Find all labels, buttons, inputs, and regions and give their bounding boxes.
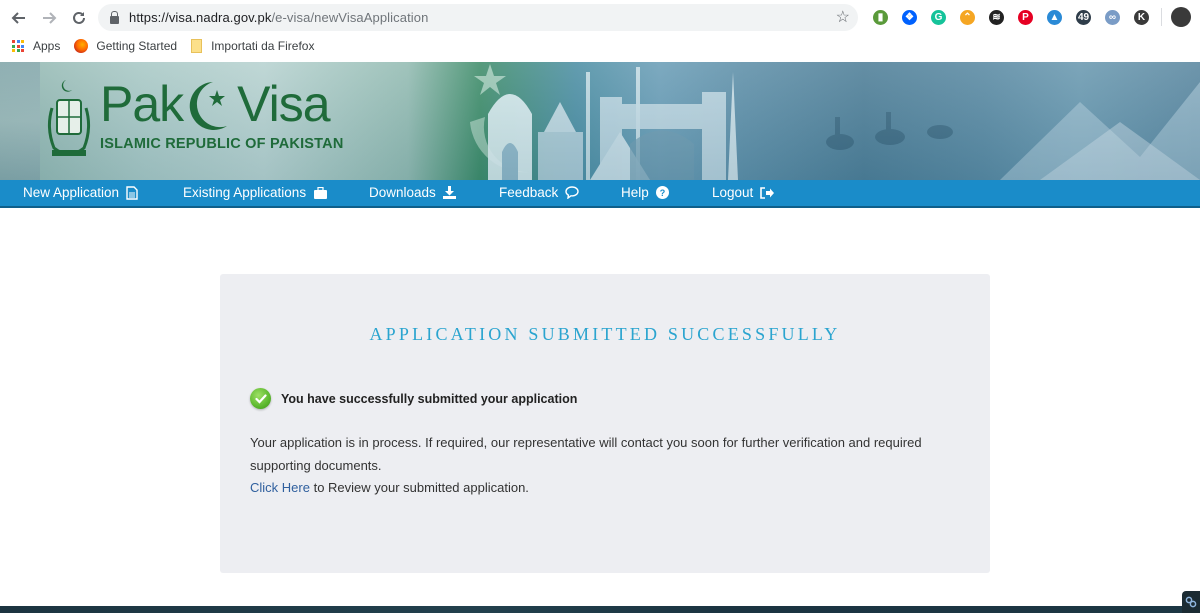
sail-icon[interactable]: ▲: [1040, 6, 1069, 28]
success-message: You have successfully submitted your app…: [281, 391, 578, 406]
confirmation-panel: APPLICATION SUBMITTED SUCCESSFULLY You h…: [220, 274, 990, 573]
dropbox-glyph: ❖: [902, 9, 917, 25]
grammarly-glyph: G: [931, 9, 946, 25]
svg-text:?: ?: [660, 188, 666, 198]
profile-avatar[interactable]: [1171, 7, 1191, 27]
bookmark-getting-started[interactable]: Getting Started: [74, 39, 177, 53]
review-link[interactable]: Click Here: [250, 480, 310, 495]
dropbox-icon[interactable]: ❖: [895, 6, 924, 28]
link-icon[interactable]: ∞: [1098, 6, 1127, 28]
buffer-icon[interactable]: ≋: [982, 6, 1011, 28]
nav-help[interactable]: Help ?: [621, 185, 669, 200]
evernote-glyph: ▮: [873, 9, 888, 25]
arc-glyph: ⌃: [960, 9, 975, 25]
bookmark-star-icon[interactable]: ☆: [836, 7, 850, 27]
k-icon[interactable]: K: [1127, 6, 1156, 28]
check-circle-icon: [250, 388, 271, 409]
review-suffix: to Review your submitted application.: [309, 480, 529, 495]
sail-glyph: ▲: [1047, 9, 1062, 25]
forward-button[interactable]: [38, 7, 60, 29]
url-path: /e-visa/newVisaApplication: [271, 10, 429, 25]
site-banner: Pak Visa ISLAMIC REPUBLIC OF PAKISTAN: [0, 62, 1200, 180]
logo-subtitle: ISLAMIC REPUBLIC OF PAKISTAN: [100, 136, 344, 152]
nav-logout[interactable]: Logout: [712, 185, 775, 200]
nav-downloads[interactable]: Downloads: [369, 185, 456, 200]
address-bar[interactable]: https://visa.nadra.gov.pk/e-visa/newVisa…: [98, 4, 858, 31]
success-message-row: You have successfully submitted your app…: [250, 388, 577, 409]
apps-grid-icon: [12, 40, 24, 52]
document-icon: [126, 185, 138, 200]
counter-glyph: 49: [1076, 9, 1091, 25]
page-footer: [0, 606, 1200, 613]
arrow-right-icon: [43, 11, 57, 24]
reload-icon: [73, 11, 85, 24]
extensions-bar: ▮ ❖ G ⌃ ≋ P ▲ 49 ∞ K: [866, 6, 1191, 28]
buffer-glyph: ≋: [989, 9, 1004, 25]
status-paragraph: Your application is in process. If requi…: [250, 435, 922, 473]
bookmark-apps[interactable]: Apps: [12, 39, 60, 53]
nav-label: Logout: [712, 185, 754, 200]
link-glyph: ∞: [1105, 9, 1120, 25]
nav-label: Existing Applications: [183, 185, 307, 200]
nav-label: New Application: [23, 185, 120, 200]
k-glyph: K: [1134, 9, 1149, 25]
lock-icon: [110, 10, 119, 24]
crescent-star-icon: [189, 82, 228, 130]
bookmark-folder-firefox[interactable]: Importati da Firefox: [191, 39, 314, 53]
nav-new-application[interactable]: New Application: [23, 185, 138, 200]
pakvisa-logo: Pak Visa ISLAMIC REPUBLIC OF PAKISTAN: [100, 74, 344, 152]
grammarly-icon[interactable]: G: [924, 6, 953, 28]
folder-icon: [191, 39, 203, 53]
nav-feedback[interactable]: Feedback: [499, 185, 579, 200]
page-title: APPLICATION SUBMITTED SUCCESSFULLY: [369, 324, 841, 344]
download-icon: [442, 186, 456, 199]
evernote-icon[interactable]: ▮: [866, 6, 895, 28]
main-nav: New Application Existing Applications Do…: [0, 180, 1200, 208]
arc-icon[interactable]: ⌃: [953, 6, 982, 28]
back-button[interactable]: [8, 7, 30, 29]
bookmark-label: Importati da Firefox: [211, 39, 315, 53]
logo-text-visa: Visa: [237, 76, 330, 132]
briefcase-icon: [314, 186, 328, 199]
toolbar-divider: [1161, 8, 1162, 26]
firefox-icon: [74, 39, 89, 53]
url-host: https://visa.nadra.gov.pk: [129, 10, 272, 25]
review-line: Click Here to Review your submitted appl…: [250, 480, 529, 495]
nav-label: Downloads: [369, 185, 436, 200]
nav-label: Help: [621, 185, 649, 200]
bookmark-label: Getting Started: [96, 39, 178, 53]
nav-existing-applications[interactable]: Existing Applications: [183, 185, 328, 200]
reload-button[interactable]: [68, 7, 90, 29]
nav-label: Feedback: [499, 185, 559, 200]
logo-text-pak: Pak: [100, 76, 184, 132]
pinterest-glyph: P: [1018, 9, 1033, 25]
arrow-left-icon: [11, 11, 25, 24]
url-text[interactable]: https://visa.nadra.gov.pk/e-visa/newVisa…: [129, 10, 428, 25]
comment-icon: [565, 186, 579, 199]
question-icon: ?: [655, 186, 669, 199]
sign-out-icon: [760, 186, 775, 199]
browser-toolbar: https://visa.nadra.gov.pk/e-visa/newVisa…: [0, 0, 1200, 35]
pinterest-icon[interactable]: P: [1011, 6, 1040, 28]
link-icon: [1185, 596, 1197, 608]
state-emblem-icon: [47, 80, 91, 156]
bookmarks-bar: Apps Getting Started Importati da Firefo…: [0, 35, 1200, 57]
link-widget-button[interactable]: [1182, 591, 1200, 613]
counter-icon[interactable]: 49: [1069, 6, 1098, 28]
bookmark-label: Apps: [33, 39, 61, 53]
